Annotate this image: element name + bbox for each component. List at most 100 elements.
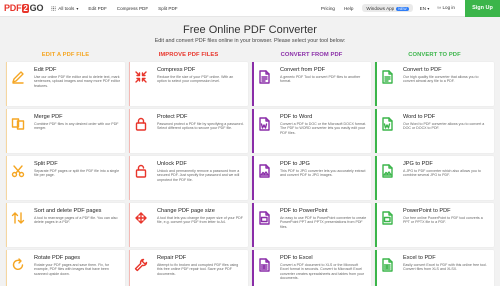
file-image-icon (380, 164, 394, 178)
tool-card-text: PDF to JPG This PDF to JPG converter lets… (280, 161, 367, 197)
tool-card-text: Convert from PDF A generic PDF Tool to co… (280, 67, 367, 103)
tool-card[interactable]: Excel to PDF Easily convert Excel to PDF … (375, 250, 494, 286)
tool-card-description: Rotate your PDF pages and save them. Fix… (34, 262, 110, 276)
tool-card-description: Separate PDF pages or split the PDF file… (34, 168, 120, 178)
tool-card-description: Use our online PDF file editor and to de… (34, 74, 120, 88)
nav-link-compress-pdf[interactable]: Compress PDF (117, 6, 148, 11)
card-list: Convert to PDF Our high quality file conv… (375, 62, 494, 286)
tool-card[interactable]: Convert to PDF Our high quality file conv… (375, 62, 494, 106)
file-text-icon (257, 70, 271, 84)
tool-card[interactable]: Convert from PDF A generic PDF Tool to co… (252, 62, 371, 106)
tool-card[interactable]: Word to PDF Our Word to PDF converter all… (375, 109, 494, 153)
tool-card-text: JPG to PDF A JPG to PDF converter which a… (403, 161, 490, 197)
tool-card-description: A tool to rearrange pages of a PDF file.… (34, 215, 118, 225)
tool-card-description: A tool that lets you change the paper si… (157, 215, 243, 225)
tool-card[interactable]: Merge PDF Combine PDF files in any desire… (6, 109, 125, 153)
nav-link-pricing[interactable]: Pricing (321, 6, 335, 11)
tool-card-description: Combine PDF files in any desired order w… (34, 121, 119, 131)
file-image-icon (257, 164, 271, 178)
logo[interactable]: PDF 2 GO (4, 3, 43, 13)
edit-pencil-icon (11, 70, 25, 84)
tool-card-description: A JPG to PDF converter which also allows… (403, 168, 481, 178)
card-list: Convert from PDF A generic PDF Tool to co… (252, 62, 371, 286)
column-heading-convert-from: CONVERT FROM PDF (280, 52, 343, 58)
login-label: Log in (442, 5, 455, 10)
nav-right: Pricing Help Windows App NEW EN ▾ ⇰ Log i… (321, 0, 500, 17)
tool-card-text: PDF to Excel Convert a PDF document to XL… (280, 255, 367, 286)
chevron-down-icon: ▾ (76, 5, 79, 11)
login-icon: ⇰ (437, 5, 442, 10)
tool-card-title: Split PDF (34, 161, 58, 167)
tool-card-text: PDF to Word Convert a PDF to DOC or the M… (280, 114, 367, 150)
tool-card-description: Our high quality file converter that all… (403, 74, 479, 84)
tool-card-description: Unlock and permanently remove a password… (157, 168, 240, 182)
scissors-icon (11, 164, 25, 178)
language-label: EN (419, 5, 427, 11)
login-link[interactable]: ⇰ Log in (437, 5, 455, 11)
tool-card-title: PDF to JPG (280, 161, 310, 167)
sort-arrows-icon (11, 211, 25, 225)
wrench-icon (134, 258, 148, 272)
file-word-icon (380, 117, 394, 131)
tool-card-description: Easily convert Excel to PDF with this on… (403, 262, 487, 272)
nav-left: All tools ▾ Edit PDF Compress PDF Split … (51, 5, 187, 11)
logo-text-mid: 2 (22, 3, 29, 13)
tool-card[interactable]: Change PDF page size A tool that lets you… (129, 203, 248, 247)
windows-app-link[interactable]: Windows App NEW (362, 4, 413, 12)
tool-card-description: Password protect a PDF file by specifyin… (157, 121, 244, 131)
column-heading-convert-to: CONVERT TO PDF (408, 52, 461, 58)
tool-card-title: Unlock PDF (157, 161, 187, 167)
all-tools-label: All tools (58, 5, 75, 11)
tool-card-title: Rotate PDF pages (34, 255, 81, 261)
grid-icon (51, 5, 57, 11)
tool-card[interactable]: PDF to JPG This PDF to JPG converter lets… (252, 156, 371, 200)
tool-card-title: Word to PDF (403, 114, 436, 120)
language-select[interactable]: EN ▾ (420, 6, 430, 11)
logo-text-right: GO (29, 3, 44, 13)
tool-card[interactable]: JPG to PDF A JPG to PDF converter which a… (375, 156, 494, 200)
tool-columns: EDIT A PDF FILE Edit PDF Use our online P… (6, 48, 494, 286)
tool-card-text: Change PDF page size A tool that lets you… (157, 208, 244, 244)
tool-card[interactable]: PDF to PowerPoint An easy to use PDF to P… (252, 203, 371, 247)
tool-card[interactable]: Compress PDF Reduce the file size of your… (129, 62, 248, 106)
tool-card-title: Change PDF page size (157, 208, 215, 214)
file-word-icon (257, 117, 271, 131)
tool-card[interactable]: PowerPoint to PDF Our free online PowerPo… (375, 203, 494, 247)
tool-card[interactable]: PDF to Word Convert a PDF to DOC or the M… (252, 109, 371, 153)
card-list: Edit PDF Use our online PDF file editor a… (6, 62, 125, 286)
tool-card-text: PDF to PowerPoint An easy to use PDF to P… (280, 208, 367, 244)
tool-card-description: Reduce the file size of your PDF online.… (157, 74, 234, 84)
tool-card-text: Word to PDF Our Word to PDF converter all… (403, 114, 490, 150)
file-sheet-icon (380, 258, 394, 272)
tool-card-title: JPG to PDF (403, 161, 433, 167)
tool-card[interactable]: Protect PDF Password protect a PDF file b… (129, 109, 248, 153)
logo-text-left: PDF (4, 3, 22, 13)
tool-card-text: Sort and delete PDF pages A tool to rearr… (34, 208, 121, 244)
resize-icon (134, 211, 148, 225)
all-tools-menu[interactable]: All tools ▾ (51, 5, 79, 11)
tool-card[interactable]: Unlock PDF Unlock and permanently remove … (129, 156, 248, 200)
file-slides-icon (257, 211, 271, 225)
nav-link-edit-pdf[interactable]: Edit PDF (88, 6, 106, 11)
tool-card-text: Edit PDF Use our online PDF file editor a… (34, 67, 121, 103)
tool-card-title: Repair PDF (157, 255, 187, 261)
tool-card-description: Our free online PowerPoint to PDF tool c… (403, 215, 483, 225)
windows-app-label: Windows App (366, 5, 395, 11)
file-text-icon (380, 70, 394, 84)
column-heading-edit: EDIT A PDF FILE (41, 52, 90, 58)
tool-card[interactable]: Split PDF Separate PDF pages or split the… (6, 156, 125, 200)
file-sheet-icon (257, 258, 271, 272)
tool-card[interactable]: Sort and delete PDF pages A tool to rearr… (6, 203, 125, 247)
tool-card[interactable]: PDF to Excel Convert a PDF document to XL… (252, 250, 371, 286)
top-nav: PDF 2 GO All tools ▾ Edit PDF Compress P… (0, 0, 500, 17)
tool-card-text: Protect PDF Password protect a PDF file b… (157, 114, 244, 150)
tool-card[interactable]: Repair PDF Attempt to fix broken and corr… (129, 250, 248, 286)
tool-card-title: Convert to PDF (403, 67, 442, 73)
tool-card[interactable]: Edit PDF Use our online PDF file editor a… (6, 62, 125, 106)
nav-link-help[interactable]: Help (344, 6, 353, 11)
file-slides-icon (380, 211, 394, 225)
nav-link-split-pdf[interactable]: Split PDF (158, 6, 177, 11)
signup-button[interactable]: Sign Up (465, 0, 500, 17)
tool-card-title: Merge PDF (34, 114, 63, 120)
tool-card[interactable]: Rotate PDF pages Rotate your PDF pages an… (6, 250, 125, 286)
